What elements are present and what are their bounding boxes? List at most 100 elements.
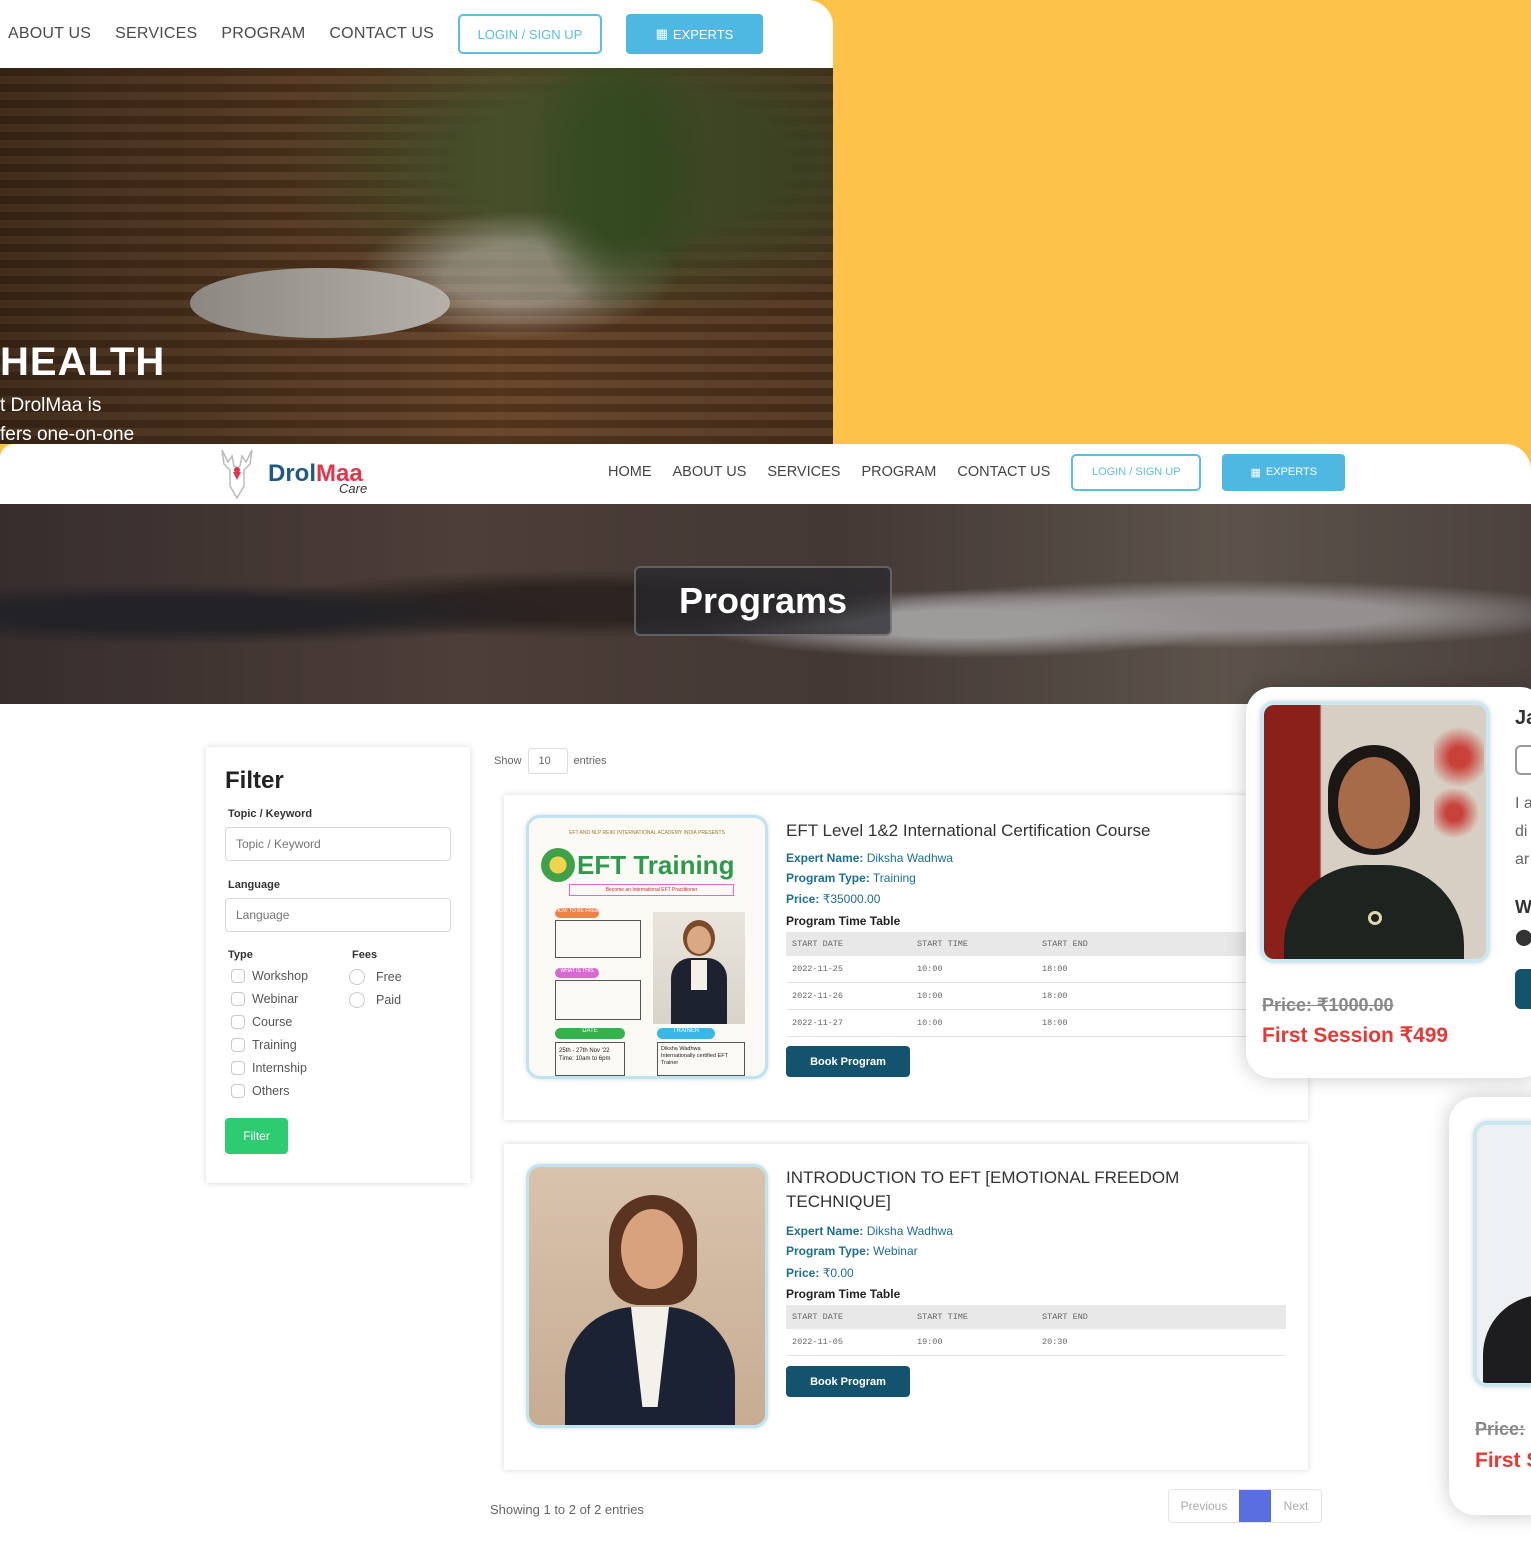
type-webinar-label: Webinar — [252, 992, 299, 1006]
back-nav-about[interactable]: ABOUT US — [8, 25, 91, 43]
poster-trainer-text: Diksha Wadhwa Internationally certified … — [657, 1042, 745, 1076]
program-type: Training — [872, 871, 916, 885]
type-others-label: Others — [252, 1084, 290, 1098]
logo-drol: Drol — [268, 460, 316, 487]
main-navbar: DrolMaa Care HOME ABOUT US SERVICES PROG… — [0, 444, 1531, 504]
expert-desc-line3: ar — [1515, 851, 1530, 868]
type-training-checkbox[interactable]: Training — [231, 1038, 297, 1052]
expert-name: Diksha Wadhwa — [866, 851, 953, 865]
experts-label: EXPERTS — [1265, 466, 1318, 478]
background-screenshot: ABOUT US SERVICES PROGRAM CONTACT US LOG… — [0, 0, 833, 444]
back-hero-image: HEALTH t DrolMaa is fers one-on-one — [0, 68, 833, 444]
col-start-date: START DATE — [792, 1312, 844, 1322]
pager-page-1[interactable]: 1 — [1239, 1490, 1271, 1522]
program-poster-image[interactable]: EFT AND NLP REIKI INTERNATIONAL ACADEMY … — [526, 815, 768, 1079]
expert-card[interactable]: Price: ₹1000.00 First Session ₹499 Ja I … — [1246, 687, 1531, 1078]
type-course-label: Course — [252, 1015, 293, 1029]
fees-paid-radio[interactable]: Paid — [349, 992, 401, 1008]
type-internship-checkbox[interactable]: Internship — [231, 1061, 307, 1075]
pager-previous[interactable]: Previous — [1169, 1490, 1239, 1522]
expert-label-partial: W — [1515, 897, 1531, 917]
filter-button[interactable]: Filter — [225, 1118, 288, 1154]
expert-price-old: Price: ₹1000.00 — [1262, 995, 1394, 1015]
program-title[interactable]: INTRODUCTION TO EFT [EMOTIONAL FREEDOM T… — [786, 1166, 1206, 1214]
entries-summary: Showing 1 to 2 of 2 entries — [490, 1502, 644, 1517]
language-label: Language — [228, 879, 280, 891]
fees-label: Fees — [352, 949, 378, 961]
calendar-icon: ▦ — [1250, 466, 1261, 479]
fees-paid-label: Paid — [376, 993, 402, 1007]
program-type-line: Program Type: Training — [786, 871, 916, 885]
hero-text-line1: t DrolMaa is — [0, 395, 102, 416]
table-row: 2022-11-05 19:00 20:30 — [786, 1329, 1286, 1356]
type-course-checkbox[interactable]: Course — [231, 1015, 292, 1029]
book-program-button[interactable]: Book Program — [786, 1366, 910, 1397]
back-nav-services[interactable]: SERVICES — [115, 25, 197, 43]
type-webinar-checkbox[interactable]: Webinar — [231, 992, 298, 1006]
main-nav-links: HOME ABOUT US SERVICES PROGRAM CONTACT U… — [608, 444, 1346, 500]
entries-label: entries — [573, 755, 607, 767]
pendant-icon — [1368, 911, 1382, 925]
back-navbar: ABOUT US SERVICES PROGRAM CONTACT US LOG… — [0, 0, 833, 68]
back-nav-program[interactable]: PROGRAM — [221, 25, 305, 43]
expert-price-new: First Session ₹499 — [1262, 1024, 1449, 1047]
back-experts-button[interactable]: ▦ EXPERTS — [625, 14, 763, 54]
program-card: INTRODUCTION TO EFT [EMOTIONAL FREEDOM T… — [504, 1144, 1308, 1470]
type-workshop-label: Workshop — [252, 969, 309, 983]
book-program-button[interactable]: Book Program — [786, 1046, 910, 1077]
fees-free-label: Free — [376, 970, 402, 984]
language-input[interactable] — [225, 898, 451, 932]
nav-services[interactable]: SERVICES — [767, 464, 840, 480]
expert-photo — [1473, 1121, 1531, 1387]
col-start-date: START DATE — [792, 939, 844, 949]
poster-tag-what: WHAT IS THIS — [555, 968, 599, 978]
poster-date-tag: DATE — [555, 1028, 625, 1039]
type-workshop-checkbox[interactable]: Workshop — [231, 969, 308, 983]
login-button[interactable]: LOGIN / SIGN UP — [1071, 453, 1202, 491]
drolmaa-logo[interactable]: DrolMaa Care — [214, 446, 367, 502]
expert-card[interactable]: Price: First S — [1449, 1097, 1531, 1515]
eft-badge-icon — [541, 848, 575, 882]
entries-select[interactable]: 10 — [527, 748, 568, 774]
timetable-label: Program Time Table — [786, 914, 901, 928]
nav-home[interactable]: HOME — [608, 464, 652, 480]
nav-contact[interactable]: CONTACT US — [957, 464, 1050, 480]
pager-next[interactable]: Next — [1271, 1490, 1321, 1522]
expert-action-button[interactable] — [1515, 969, 1531, 1009]
program-trainer-photo[interactable] — [526, 1164, 768, 1428]
fees-free-radio[interactable]: Free — [349, 969, 402, 985]
table-row: 2022-11-25 10:00 18:00 — [786, 956, 1286, 983]
entries-selector: Show 10 entries — [494, 748, 607, 774]
price-line: Price: ₹0.00 — [786, 1266, 854, 1280]
logo-care: Care — [339, 481, 368, 496]
col-start-time: START TIME — [917, 939, 969, 949]
table-row: 2022-11-27 10:00 18:00 — [786, 1010, 1286, 1037]
expert-name-partial: Ja — [1515, 707, 1531, 729]
expert-price-new: First S — [1475, 1449, 1531, 1472]
calendar-icon: ▦ — [655, 26, 668, 41]
poster-tag-free: HOW TO BE FREE — [555, 908, 599, 918]
nav-program[interactable]: PROGRAM — [861, 464, 936, 480]
timetable-header: START DATE START TIME START END — [786, 932, 1286, 956]
timetable-header: START DATE START TIME START END — [786, 1305, 1286, 1329]
back-nav-contact[interactable]: CONTACT US — [329, 25, 434, 43]
back-login-label: LOGIN / SIGN UP — [477, 26, 583, 42]
poster-title: EFT Training — [577, 850, 735, 880]
topic-label: Topic / Keyword — [228, 808, 313, 820]
poster-header: EFT AND NLP REIKI INTERNATIONAL ACADEMY … — [569, 830, 725, 836]
expert-desc-line2: di — [1515, 823, 1528, 840]
back-login-button[interactable]: LOGIN / SIGN UP — [457, 14, 602, 54]
table-row: 2022-11-26 10:00 18:00 — [786, 983, 1286, 1010]
experts-button[interactable]: ▦ EXPERTS — [1222, 453, 1346, 491]
program-title[interactable]: EFT Level 1&2 International Certificatio… — [786, 819, 1206, 843]
page-title: Programs — [634, 566, 892, 636]
nav-about[interactable]: ABOUT US — [673, 464, 747, 480]
expert-name: Diksha Wadhwa — [866, 1224, 953, 1238]
timetable: START DATE START TIME START END 2022-11-… — [786, 932, 1286, 1037]
expert-desc-line1: I a — [1515, 795, 1531, 812]
type-others-checkbox[interactable]: Others — [231, 1084, 290, 1098]
topic-input[interactable] — [225, 827, 451, 861]
expert-name-line: Expert Name: Diksha Wadhwa — [786, 851, 953, 865]
col-start-end: START END — [1042, 1312, 1088, 1322]
poster-trainer-photo — [653, 912, 745, 1024]
